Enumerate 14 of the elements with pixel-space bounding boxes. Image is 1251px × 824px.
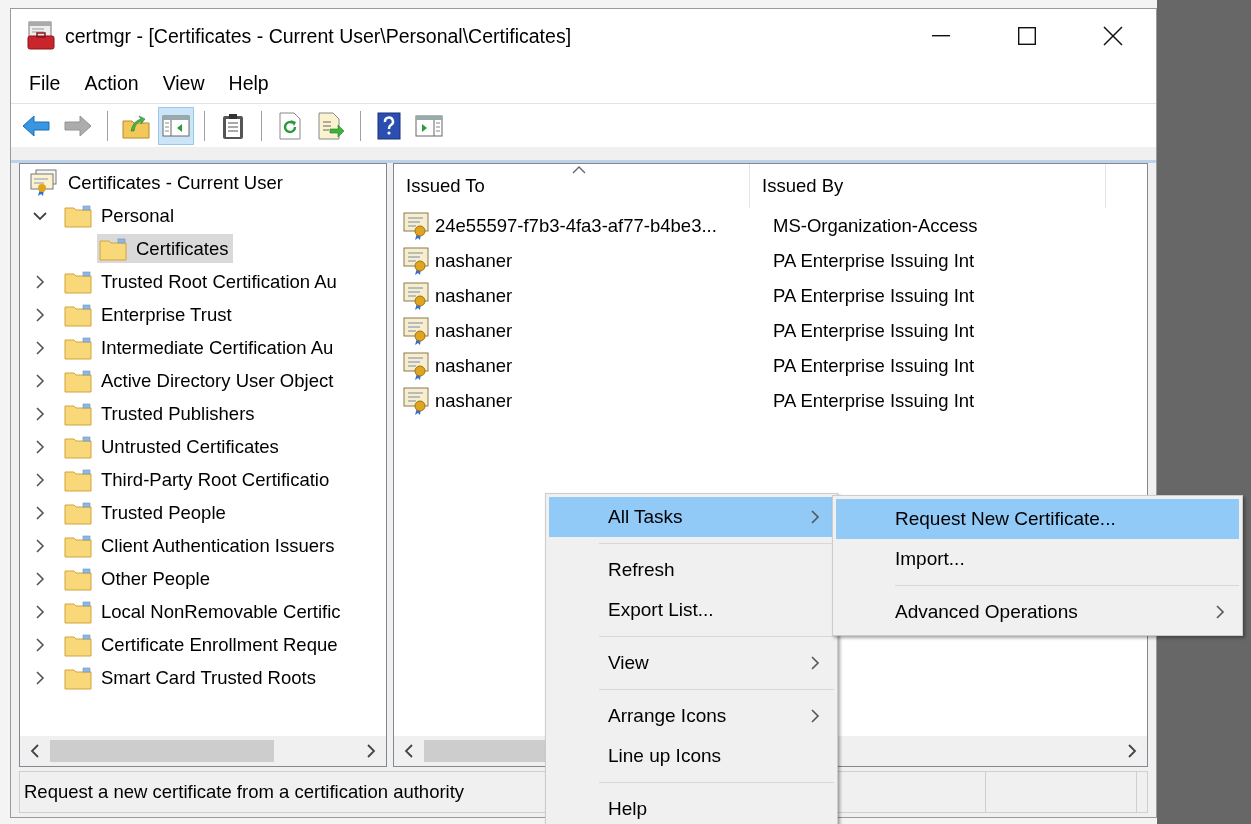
table-cell-text: PA Enterprise Issuing Int bbox=[772, 389, 975, 412]
window-title: certmgr - [Certificates - Current User\Personal\Certificates] bbox=[65, 24, 573, 48]
table-cell: nashaner bbox=[435, 319, 513, 342]
table-cell-text: PA Enterprise Issuing Int bbox=[772, 354, 975, 377]
table-cell-text: PA Enterprise Issuing Int bbox=[772, 284, 975, 307]
table-cell-text: PA Enterprise Issuing Int bbox=[772, 319, 975, 342]
table-cell-text: PA Enterprise Issuing Int bbox=[772, 249, 975, 272]
table-cell: nashaner bbox=[435, 249, 513, 272]
table-cell: nashaner bbox=[435, 389, 513, 412]
status-text: Request a new certificate from a certification authority bbox=[23, 780, 465, 804]
table-cell: nashaner bbox=[435, 354, 513, 377]
table-cell: nashaner bbox=[435, 284, 513, 307]
table-cell: 24e55597-f7b3-4fa3-af77-b4be3... bbox=[435, 214, 717, 237]
table-cell-text: MS-Organization-Access bbox=[772, 214, 978, 237]
